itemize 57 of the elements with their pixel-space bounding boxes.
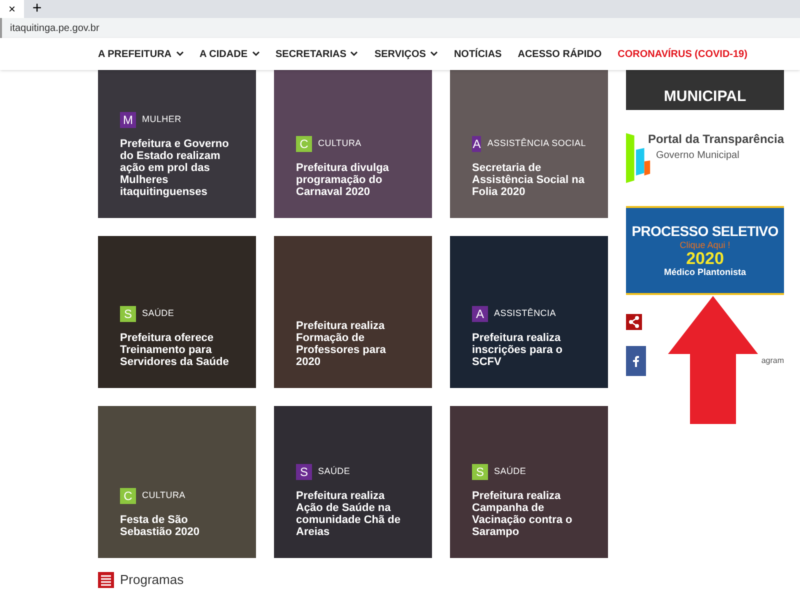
nav-link[interactable]: A CIDADE: [200, 46, 260, 62]
news-card[interactable]: S SAÚDE Prefeitura realiza Campanha de Vacinação contra o Sarampo: [450, 406, 608, 558]
news-title[interactable]: Prefeitura realiza inscrições para o SCFV: [472, 332, 586, 368]
nav-link[interactable]: ACESSO RÁPIDO: [518, 46, 602, 62]
caret-icon: [350, 51, 358, 57]
share-icon[interactable]: [626, 314, 642, 330]
news-title[interactable]: Prefeitura divulga programação do Carnaval 2020: [296, 162, 410, 198]
category-badge: C: [120, 488, 136, 504]
category-badge: S: [120, 306, 136, 322]
municipal-banner[interactable]: MUNICIPAL: [626, 70, 784, 110]
section-title: Programas: [120, 571, 184, 589]
category-label[interactable]: ASSISTÊNCIA SOCIAL: [487, 137, 586, 151]
facebook-icon: [633, 355, 639, 367]
transparency-portal-logo[interactable]: Portal da Transparência Governo Municipal: [626, 128, 784, 188]
new-tab-button[interactable]: +: [28, 0, 46, 18]
news-card[interactable]: A ASSISTÊNCIA Prefeitura realiza inscrições para o SCFV: [450, 236, 608, 388]
caret-icon: [252, 51, 260, 57]
news-title[interactable]: Secretaria de Assistência Social na Folia 2020: [472, 162, 586, 198]
facebook-button[interactable]: [626, 346, 646, 376]
category-label[interactable]: SAÚDE: [318, 465, 350, 479]
news-card[interactable]: S SAÚDE Prefeitura realiza Ação de Saúde na comunidade Chã de Areias: [274, 406, 432, 558]
news-title[interactable]: Prefeitura realiza Ação de Saúde na comunidade Chã de Areias: [296, 490, 410, 538]
category-badge: S: [472, 464, 488, 480]
category-label[interactable]: ASSISTÊNCIA: [494, 307, 556, 321]
url-text: itaquitinga.pe.gov.br: [10, 22, 100, 36]
news-card[interactable]: M MULHER Prefeitura e Governo do Estado realizam ação em prol das Mulheres itaquitinguenses: [98, 70, 256, 218]
news-title[interactable]: Prefeitura realiza Campanha de Vacinação contra o Sarampo: [472, 490, 586, 538]
nav-link[interactable]: CORONAVÍRUS (COVID-19): [618, 46, 748, 62]
category-badge: A: [472, 136, 482, 152]
nav-link[interactable]: NOTÍCIAS: [454, 46, 502, 62]
recruitment-banner[interactable]: PROCESSO SELETIVO Clique Aqui ! 2020 Médico Plantonista: [626, 206, 784, 295]
nav-link[interactable]: SERVIÇOS: [374, 46, 438, 62]
close-tab-button[interactable]: ×: [0, 0, 24, 18]
news-card[interactable]: C CULTURA Prefeitura divulga programação do Carnaval 2020: [274, 70, 432, 218]
news-card[interactable]: C CULTURA Festa de São Sebastião 2020: [98, 406, 256, 558]
news-card[interactable]: S SAÚDE Prefeitura oferece Treinamento para Servidores da Saúde: [98, 236, 256, 388]
category-badge: A: [472, 306, 488, 322]
category-badge: M: [120, 112, 136, 128]
nav-link[interactable]: SECRETARIAS: [276, 46, 358, 62]
instagram-link[interactable]: agram: [761, 355, 784, 367]
caret-icon: [430, 51, 438, 57]
list-icon: [98, 572, 114, 588]
news-title[interactable]: Festa de São Sebastião 2020: [120, 514, 234, 538]
category-badge: S: [296, 464, 312, 480]
news-title[interactable]: Prefeitura e Governo do Estado realizam ação em prol das Mulheres itaquitinguenses: [120, 138, 234, 198]
address-bar[interactable]: itaquitinga.pe.gov.br: [0, 18, 800, 38]
news-card[interactable]: Prefeitura realiza Formação de Professores para 2020: [274, 236, 432, 388]
category-label[interactable]: MULHER: [142, 113, 182, 127]
news-card[interactable]: A ASSISTÊNCIA SOCIAL Secretaria de Assistência Social na Folia 2020: [450, 70, 608, 218]
category-badge: C: [296, 136, 312, 152]
nav-link[interactable]: A PREFEITURA: [98, 46, 184, 62]
caret-icon: [176, 51, 184, 57]
category-label[interactable]: CULTURA: [318, 137, 362, 151]
category-label[interactable]: SAÚDE: [494, 465, 526, 479]
category-label[interactable]: CULTURA: [142, 489, 186, 503]
category-label[interactable]: SAÚDE: [142, 307, 174, 321]
news-title[interactable]: Prefeitura oferece Treinamento para Servidores da Saúde: [120, 332, 234, 368]
